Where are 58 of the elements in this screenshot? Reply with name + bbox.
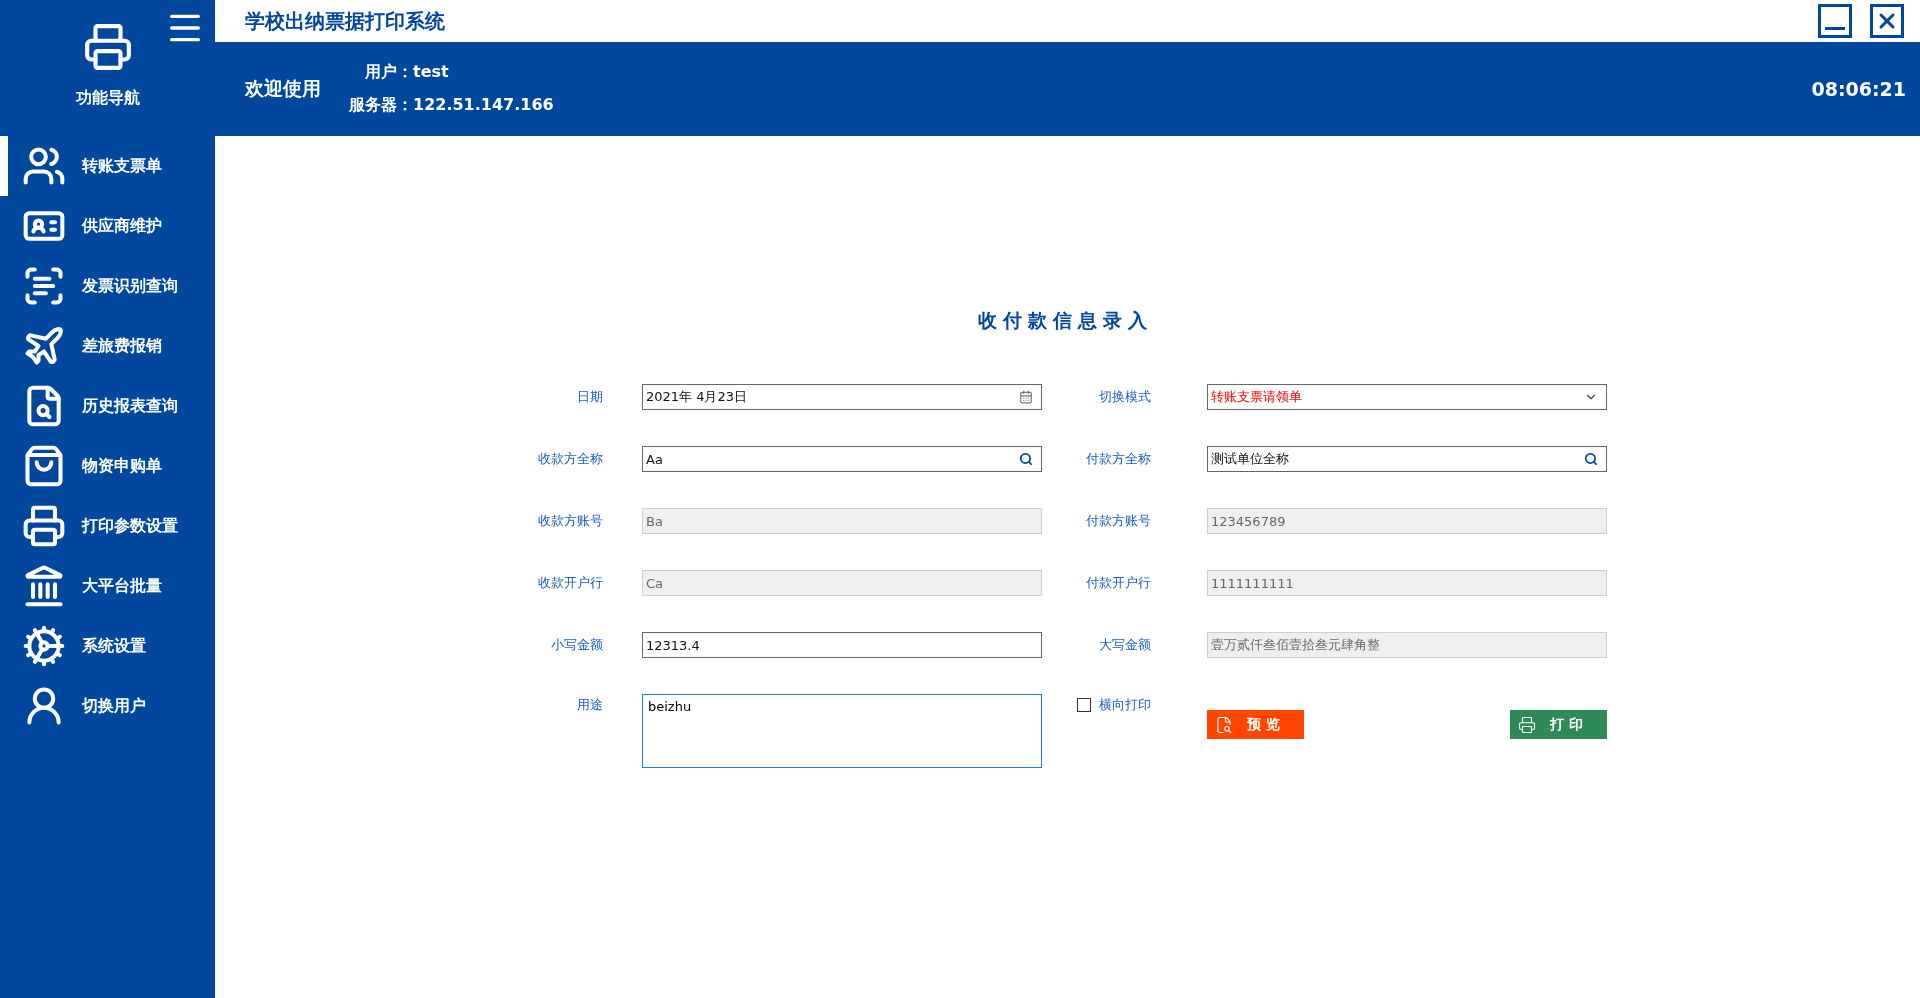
mode-select[interactable]: 转账支票请领单 [1207,384,1607,410]
date-picker[interactable]: 2021年 4月23日 [642,384,1042,410]
printer-icon [22,504,66,548]
window-title: 学校出纳票据打印系统 [245,7,446,35]
sidebar-item[interactable]: 系统设置 [0,616,215,676]
field-label: 日期 [576,388,604,406]
minimize-button[interactable] [1818,4,1852,38]
printer-icon [82,22,133,72]
clock-time: 08:06:21 [1811,78,1906,100]
sidebar-item[interactable]: 大平台批量 [0,556,215,616]
input-field[interactable]: 12313.4 [642,632,1042,658]
sidebar-item[interactable]: 转账支票单 [0,136,215,196]
field-label: 收款方账号 [537,512,604,530]
search-icon[interactable] [1019,452,1033,466]
sidebar-item[interactable]: 物资申购单 [0,436,215,496]
field-label: 付款方账号 [1085,512,1152,530]
scan-icon [22,264,66,308]
info-label: 用户： [364,62,413,83]
sidebar-item[interactable]: 差旅费报销 [0,316,215,376]
info-value: test [413,62,450,83]
print-button[interactable]: 打 印 [1510,710,1607,739]
field-label: 收款开户行 [537,574,604,592]
purpose-field[interactable]: beizhu [642,694,1042,768]
checkbox-label: 横向打印 [1099,696,1151,714]
field-label: 付款方全称 [1085,450,1152,468]
form-title: 收付款信息录入 [976,308,1154,333]
printer-icon [1518,715,1536,734]
sidebar-item[interactable]: 打印参数设置 [0,496,215,556]
field-label: 付款开户行 [1085,574,1152,592]
field-label: 切换模式 [1098,388,1152,406]
field-label: 小写金额 [550,636,604,654]
close-button[interactable] [1870,4,1904,38]
nav-heading: 功能导航 [75,88,140,109]
gear-icon [22,624,66,668]
document-search-icon [1215,715,1233,734]
plane-icon [22,324,66,368]
input-field[interactable]: Ba [642,508,1042,534]
info-value: 122.51.147.166 [413,95,554,116]
info-label: 服务器： [349,95,413,116]
sidebar-item[interactable]: 发票识别查询 [0,256,215,316]
calendar-icon[interactable] [1019,390,1033,404]
search-icon[interactable] [1584,452,1598,466]
input-field[interactable]: 壹万贰仟叁佰壹拾叁元肆角整 [1207,632,1607,658]
input-field[interactable]: 1111111111 [1207,570,1607,596]
shopping-bag-icon [22,444,66,488]
sidebar-item[interactable]: 切换用户 [0,676,215,736]
minimize-icon [1825,26,1845,30]
welcome-text: 欢迎使用 [245,76,321,101]
checkbox[interactable] [1077,698,1091,712]
input-field[interactable]: 123456789 [1207,508,1607,534]
input-field[interactable]: Aa [642,446,1042,472]
field-label: 大写金额 [1098,636,1152,654]
field-label: 用途 [576,696,604,714]
sidebar-item[interactable]: 供应商维护 [0,196,215,256]
input-field[interactable]: Ca [642,570,1042,596]
input-field[interactable]: 测试单位全称 [1207,446,1607,472]
field-label: 收款方全称 [537,450,604,468]
sidebar-item[interactable]: 历史报表查询 [0,376,215,436]
